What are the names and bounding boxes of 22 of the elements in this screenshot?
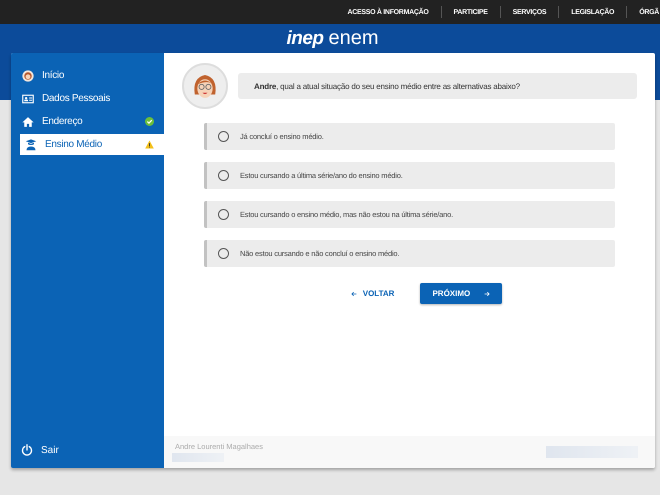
back-button[interactable]: VOLTAR [346,283,398,304]
logout-item[interactable]: Sair [20,444,164,456]
radio-button[interactable] [218,131,229,142]
power-icon [21,444,33,456]
sidebar-item[interactable]: Início [20,65,164,86]
home-icon [22,116,34,128]
sidebar-item[interactable]: Ensino Médio [20,134,164,155]
avatar-icon [22,70,34,82]
question-text: Andre, qual a atual situação do seu ensino médio entre as alternativas abaixo? [254,82,520,90]
radio-button[interactable] [218,170,229,181]
loading-placeholder [172,453,224,462]
logo-product: enem [328,27,379,50]
graduate-icon [25,138,37,150]
arrow-right-icon [484,290,490,297]
id-card-icon [22,92,34,104]
sidebar-item[interactable]: Endereço [20,111,164,132]
radio-button[interactable] [218,209,229,220]
arrow-left-icon [350,290,357,297]
logo-brand: inep [286,28,324,50]
sidebar-item[interactable]: Dados Pessoais [20,88,164,109]
next-button[interactable]: PRÓXIMO [420,283,502,304]
radio-button[interactable] [218,248,229,259]
